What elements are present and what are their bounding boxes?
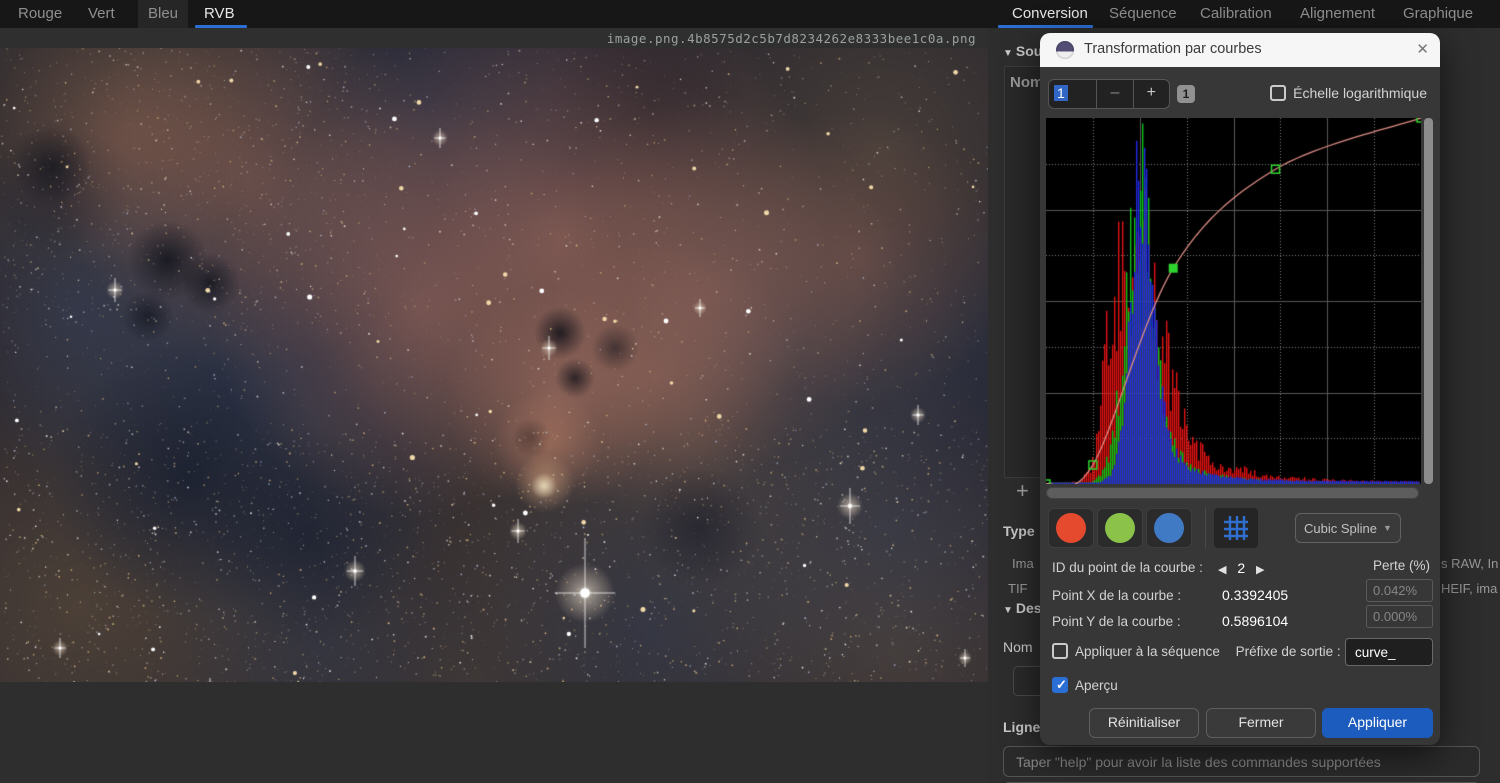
expander-icon: ▼: [1003, 48, 1013, 59]
histogram-plot[interactable]: [1046, 118, 1421, 484]
layer-badge: 1: [1177, 85, 1195, 103]
nebula-image[interactable]: [0, 48, 988, 682]
vertical-scrollbar[interactable]: [1424, 118, 1433, 484]
add-files-button[interactable]: +: [1016, 478, 1029, 504]
loss-field-2: 0.000%: [1366, 605, 1433, 628]
close-button[interactable]: Fermer: [1206, 708, 1316, 738]
preview-label: Aperçu: [1075, 678, 1118, 693]
tab-vert[interactable]: Vert: [88, 5, 115, 22]
siril-app-icon: [1056, 41, 1074, 59]
point-y-value: 0.5896104: [1222, 613, 1289, 629]
log-scale-checkbox[interactable]: [1270, 85, 1287, 101]
prefix-label: Préfixe de sortie :: [1235, 644, 1341, 659]
apply-sequence-checkbox[interactable]: [1052, 643, 1068, 659]
spinner-value[interactable]: 1: [1049, 80, 1096, 108]
tab-graphique[interactable]: Graphique: [1403, 5, 1473, 22]
tab-bleu[interactable]: Bleu: [148, 5, 178, 22]
next-point-icon[interactable]: ▶: [1256, 564, 1264, 576]
dialog-title: Transformation par courbes: [1084, 41, 1262, 57]
scrollbar-thumb[interactable]: [1047, 488, 1418, 498]
tab-rvb[interactable]: RVB: [204, 5, 235, 22]
point-y-label: Point Y de la courbe :: [1052, 614, 1181, 629]
destination-name-label: Nom: [1003, 639, 1033, 655]
tab-conversion[interactable]: Conversion: [1012, 5, 1088, 22]
formats-text-fragment: HEIF, ima: [1441, 581, 1498, 596]
apply-sequence-label: Appliquer à la séquence: [1075, 644, 1220, 659]
point-id-spinner[interactable]: 1 – +: [1048, 79, 1170, 109]
prefix-input[interactable]: [1345, 638, 1433, 666]
preview-row: Aperçu: [1052, 677, 1118, 693]
point-id-label: ID du point de la courbe :: [1052, 560, 1203, 575]
point-x-label: Point X de la courbe :: [1052, 588, 1182, 603]
expander-icon: ▼: [1003, 605, 1013, 616]
curves-dialog: Transformation par courbes ✕ 1 – + 1 Éch…: [1040, 33, 1440, 745]
sources-column-nom: Nom: [1010, 74, 1044, 91]
tab-sequence[interactable]: Séquence: [1109, 5, 1177, 22]
formats-text-fragment: TIF: [1008, 581, 1028, 596]
prev-point-icon[interactable]: ◀: [1218, 564, 1226, 576]
point-x-value: 0.3392405: [1222, 587, 1289, 603]
formats-text-fragment: Ima: [1012, 556, 1034, 571]
channel-buttons: [1048, 508, 1258, 548]
log-scale-row: Échelle logarithmique: [1270, 85, 1427, 101]
loss-label: Perte (%): [1373, 558, 1431, 573]
image-area-filler: [0, 682, 988, 783]
loss-field-1: 0.042%: [1366, 579, 1433, 602]
spinner-plus-button[interactable]: +: [1132, 80, 1169, 108]
tab-rouge[interactable]: Rouge: [18, 5, 62, 22]
histogram-canvas[interactable]: [1046, 118, 1421, 484]
grid-toggle-button[interactable]: [1214, 508, 1258, 548]
green-dot-icon: [1105, 513, 1135, 543]
blue-dot-icon: [1154, 513, 1184, 543]
spinner-minus-button[interactable]: –: [1096, 80, 1132, 108]
preview-checkbox[interactable]: [1052, 677, 1068, 693]
horizontal-scrollbar[interactable]: [1046, 487, 1419, 499]
chevron-down-icon: ▼: [1383, 523, 1392, 533]
siril-window: Rouge Vert Bleu RVB Conversion Séquence …: [0, 0, 1500, 783]
image-title-strip: image.png.4b8575d2c5b7d8234262e8333bee1c…: [0, 28, 988, 48]
image-filename: image.png.4b8575d2c5b7d8234262e8333bee1c…: [606, 31, 976, 46]
dialog-titlebar[interactable]: Transformation par courbes ✕: [1040, 33, 1440, 67]
command-input[interactable]: [1003, 746, 1480, 777]
type-label: Type: [1003, 523, 1035, 539]
apply-sequence-row: Appliquer à la séquence Préfixe de sorti…: [1052, 643, 1341, 659]
red-dot-icon: [1056, 513, 1086, 543]
point-id-value: 2: [1237, 560, 1246, 576]
blue-channel-button[interactable]: [1146, 508, 1192, 548]
close-icon[interactable]: ✕: [1416, 40, 1429, 58]
tab-calibration[interactable]: Calibration: [1200, 5, 1272, 22]
apply-button[interactable]: Appliquer: [1322, 708, 1433, 738]
top-tab-bar: Rouge Vert Bleu RVB Conversion Séquence …: [0, 0, 1500, 28]
curve-type-dropdown[interactable]: Cubic Spline ▼: [1295, 513, 1401, 543]
reset-button[interactable]: Réinitialiser: [1089, 708, 1199, 738]
log-scale-label: Échelle logarithmique: [1293, 85, 1427, 101]
grid-icon: [1224, 516, 1248, 540]
tab-alignement[interactable]: Alignement: [1300, 5, 1375, 22]
red-channel-button[interactable]: [1048, 508, 1094, 548]
divider: [1205, 508, 1206, 548]
green-channel-button[interactable]: [1097, 508, 1143, 548]
formats-text-fragment: s RAW, In: [1441, 556, 1499, 571]
